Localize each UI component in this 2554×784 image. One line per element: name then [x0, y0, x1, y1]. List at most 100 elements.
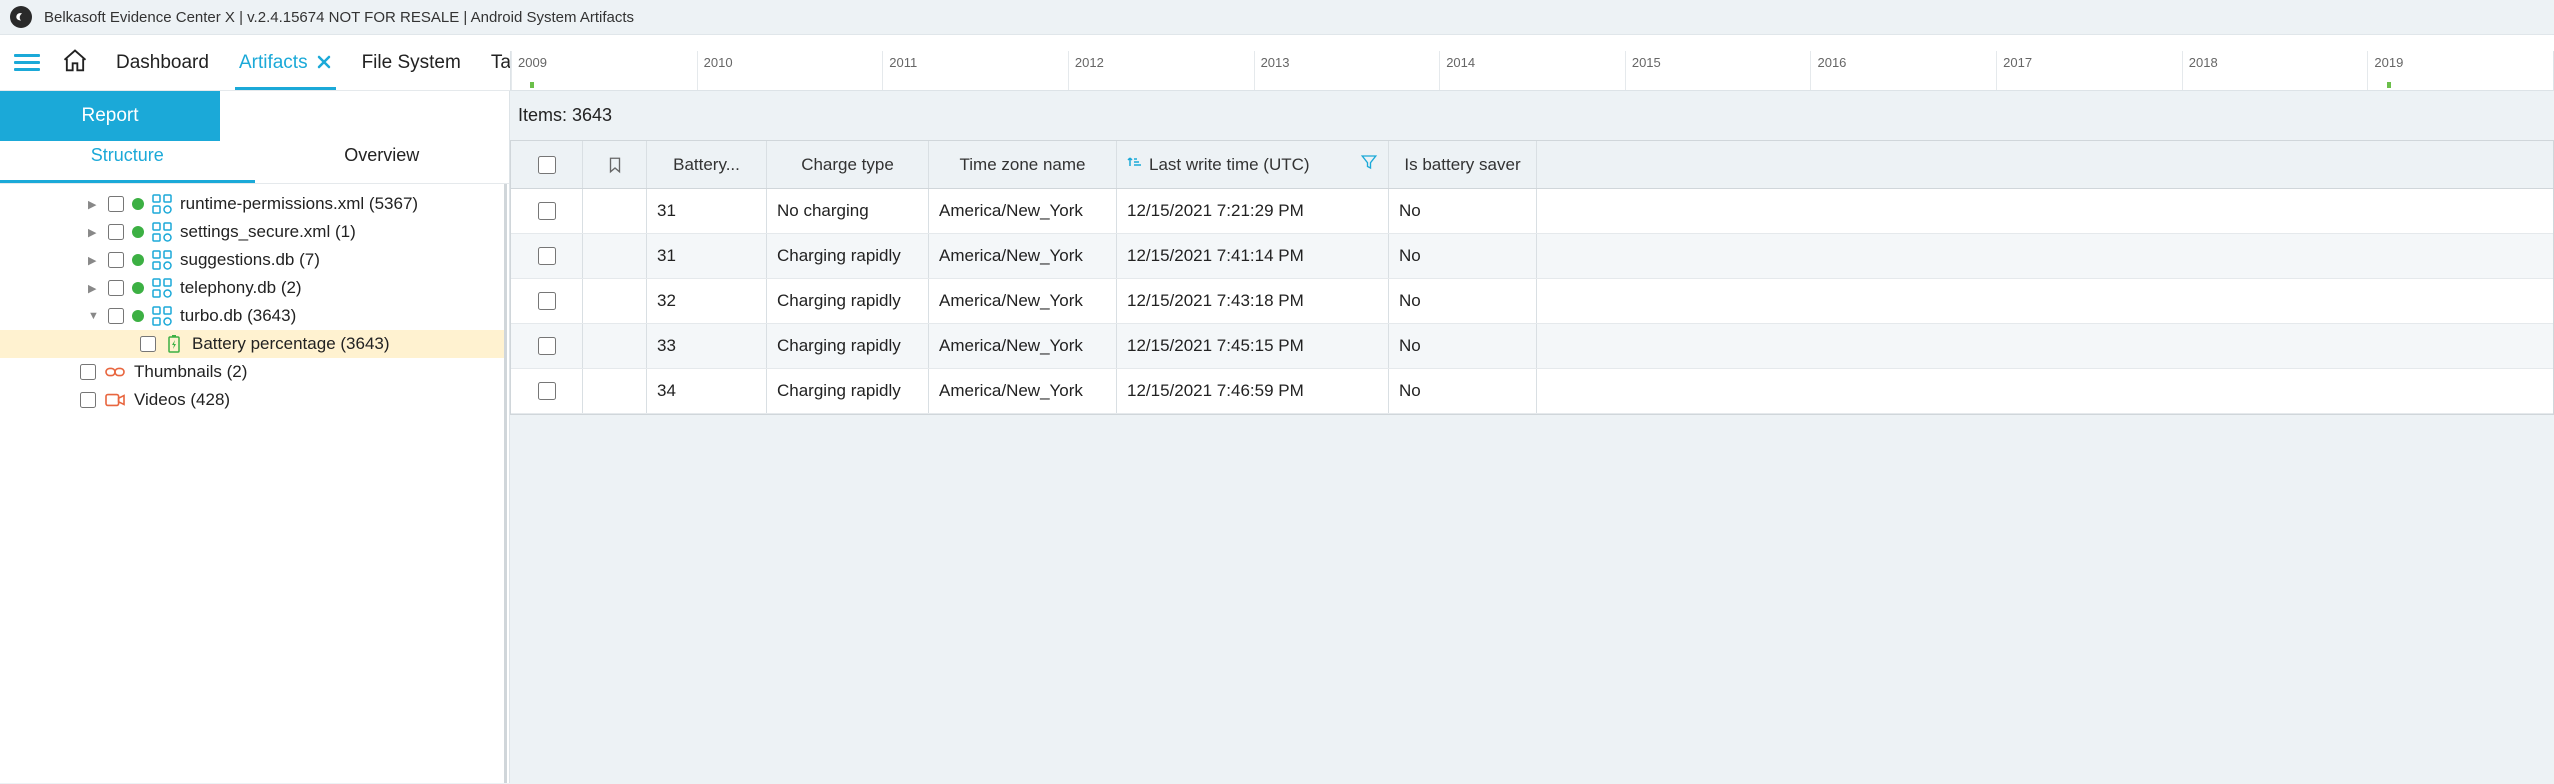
cell-battery: 31	[647, 189, 767, 233]
tree-item[interactable]: ▼turbo.db (3643)	[0, 302, 504, 330]
row-checkbox[interactable]	[538, 382, 556, 400]
filter-icon[interactable]	[1360, 153, 1378, 176]
row-bookmark-cell[interactable]	[583, 279, 647, 323]
titlebar: Belkasoft Evidence Center X | v.2.4.1567…	[0, 0, 2554, 35]
table-header: Battery... Charge type Time zone name La…	[511, 141, 2553, 189]
select-all-checkbox[interactable]	[538, 156, 556, 174]
data-table: Battery... Charge type Time zone name La…	[510, 140, 2554, 415]
tree-checkbox[interactable]	[108, 280, 124, 296]
row-checkbox-cell	[511, 324, 583, 368]
tree-checkbox[interactable]	[140, 336, 156, 352]
col-timezone[interactable]: Time zone name	[929, 141, 1117, 188]
tab-label: File System	[362, 52, 461, 74]
tree-checkbox[interactable]	[80, 364, 96, 380]
row-checkbox[interactable]	[538, 202, 556, 220]
tree-item-label: suggestions.db (7)	[180, 250, 320, 270]
timeline-year[interactable]: 2018	[2182, 51, 2368, 90]
cell-charge: No charging	[767, 189, 929, 233]
tree-checkbox[interactable]	[108, 196, 124, 212]
main: Report Structure Overview ▶ runtime-permi…	[0, 91, 2554, 783]
col-time-label: Last write time (UTC)	[1149, 155, 1310, 175]
cell-battery: 33	[647, 324, 767, 368]
tree: ▶ runtime-permissions.xml (5367) ▶ settings…	[0, 184, 507, 783]
home-button[interactable]	[60, 47, 90, 78]
status-dot-icon	[132, 282, 144, 294]
col-battery[interactable]: Battery...	[647, 141, 767, 188]
tree-checkbox[interactable]	[108, 224, 124, 240]
tree-item[interactable]: ▶ telephony.db (2)	[0, 274, 504, 302]
col-saver[interactable]: Is battery saver	[1389, 141, 1537, 188]
row-checkbox[interactable]	[538, 337, 556, 355]
timeline-year[interactable]: 2017	[1996, 51, 2182, 90]
tree-item[interactable]: Battery percentage (3643)	[0, 330, 504, 358]
tree-checkbox[interactable]	[108, 308, 124, 324]
table-row[interactable]: 32Charging rapidlyAmerica/New_York12/15/…	[511, 279, 2553, 324]
tree-item[interactable]: ▶ runtime-permissions.xml (5367)	[0, 190, 504, 218]
cell-battery: 32	[647, 279, 767, 323]
row-checkbox[interactable]	[538, 247, 556, 265]
cell-timezone: America/New_York	[929, 369, 1117, 413]
app-logo	[10, 6, 32, 28]
cell-time: 12/15/2021 7:43:18 PM	[1117, 279, 1389, 323]
cell-charge: Charging rapidly	[767, 234, 929, 278]
tab-dashboard[interactable]: Dashboard	[112, 38, 213, 88]
tree-item-label: settings_secure.xml (1)	[180, 222, 356, 242]
col-checkbox[interactable]	[511, 141, 583, 188]
tree-item[interactable]: ▶ settings_secure.xml (1)	[0, 218, 504, 246]
status-dot-icon	[132, 226, 144, 238]
row-bookmark-cell[interactable]	[583, 189, 647, 233]
table-row[interactable]: 34Charging rapidlyAmerica/New_York12/15/…	[511, 369, 2553, 414]
cell-time: 12/15/2021 7:41:14 PM	[1117, 234, 1389, 278]
tab-filesystem[interactable]: File System	[358, 38, 465, 88]
tree-item-label: telephony.db (2)	[180, 278, 302, 298]
side-tab-overview[interactable]: Overview	[255, 131, 510, 183]
table-row[interactable]: 33Charging rapidlyAmerica/New_York12/15/…	[511, 324, 2553, 369]
timeline-year[interactable]: 2010	[697, 51, 883, 90]
cell-charge: Charging rapidly	[767, 279, 929, 323]
timeline-row: Report	[0, 91, 509, 131]
timeline[interactable]: 2009201020112012201320142015201620172018…	[510, 51, 2554, 91]
tree-item-label: Battery percentage (3643)	[192, 334, 390, 354]
row-bookmark-cell[interactable]	[583, 324, 647, 368]
cell-timezone: America/New_York	[929, 234, 1117, 278]
caret-icon[interactable]: ▶	[88, 198, 98, 211]
row-checkbox[interactable]	[538, 292, 556, 310]
tree-item[interactable]: ▶ suggestions.db (7)	[0, 246, 504, 274]
caret-icon[interactable]: ▶	[88, 282, 98, 295]
timeline-year[interactable]: 2015	[1625, 51, 1811, 90]
caret-icon[interactable]: ▼	[88, 310, 98, 322]
timeline-year[interactable]: 2019	[2367, 51, 2553, 90]
caret-icon[interactable]: ▶	[88, 226, 98, 239]
row-checkbox-cell	[511, 189, 583, 233]
timeline-year[interactable]: 2009	[511, 51, 697, 90]
tree-checkbox[interactable]	[108, 252, 124, 268]
table-row[interactable]: 31Charging rapidlyAmerica/New_York12/15/…	[511, 234, 2553, 279]
tree-checkbox[interactable]	[80, 392, 96, 408]
col-time[interactable]: Last write time (UTC)	[1117, 141, 1389, 188]
caret-icon[interactable]: ▶	[88, 254, 98, 267]
table-row[interactable]: 31No chargingAmerica/New_York12/15/2021 …	[511, 189, 2553, 234]
timeline-year[interactable]: 2013	[1254, 51, 1440, 90]
timeline-year[interactable]: 2014	[1439, 51, 1625, 90]
row-bookmark-cell[interactable]	[583, 369, 647, 413]
col-charge[interactable]: Charge type	[767, 141, 929, 188]
timeline-year[interactable]: 2011	[882, 51, 1068, 90]
timeline-year[interactable]: 2016	[1810, 51, 1996, 90]
cell-timezone: America/New_York	[929, 279, 1117, 323]
window-title: Belkasoft Evidence Center X | v.2.4.1567…	[44, 9, 634, 26]
row-bookmark-cell[interactable]	[583, 234, 647, 278]
menu-button[interactable]	[14, 54, 40, 71]
cell-timezone: America/New_York	[929, 189, 1117, 233]
tree-item[interactable]: Videos (428)	[0, 386, 504, 414]
cell-saver: No	[1389, 189, 1537, 233]
tree-item-label: Videos (428)	[134, 390, 230, 410]
timeline-year[interactable]: 2012	[1068, 51, 1254, 90]
side-tab-structure[interactable]: Structure	[0, 131, 255, 183]
status-dot-icon	[132, 198, 144, 210]
tab-artifacts[interactable]: Artifacts	[235, 36, 336, 90]
tree-item[interactable]: Thumbnails (2)	[0, 358, 504, 386]
tab-label: Dashboard	[116, 52, 209, 74]
close-icon[interactable]	[316, 50, 332, 76]
tree-item-label: runtime-permissions.xml (5367)	[180, 194, 418, 214]
col-bookmark[interactable]	[583, 141, 647, 188]
